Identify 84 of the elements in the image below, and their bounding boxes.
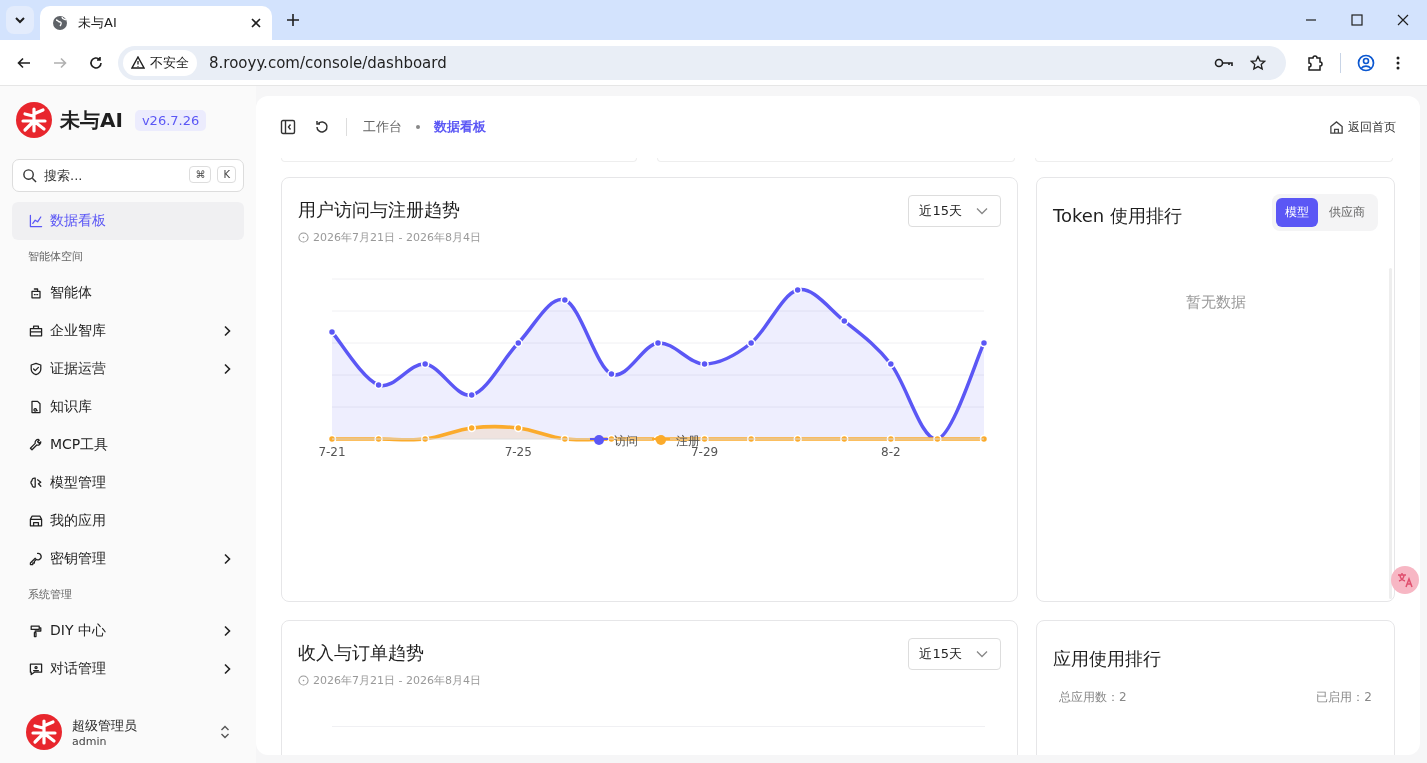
search-icon (22, 168, 37, 183)
menu-item-icon (28, 213, 44, 229)
sidebar-item[interactable]: 模型管理 (12, 464, 244, 502)
menu-item-icon (28, 623, 44, 639)
chevron-right-icon (222, 663, 232, 675)
home-link[interactable]: 返回首页 (1329, 118, 1396, 136)
browser-tab[interactable]: 未与AI (40, 6, 272, 40)
sidebar-item[interactable]: 企业智库 (12, 312, 244, 350)
menu-item-icon (28, 285, 44, 301)
menu-item-icon (28, 399, 44, 415)
menu-item-icon (28, 475, 44, 491)
section-heading: 智能体空间 (27, 249, 84, 265)
menu-item-icon (28, 361, 44, 377)
axis-label: 7-21 (318, 445, 346, 459)
shortcut-key: K (217, 166, 236, 183)
globe-icon (52, 15, 68, 31)
breadcrumb-link[interactable]: 数据看板 (434, 118, 486, 136)
profile-icon[interactable] (1357, 53, 1375, 72)
sidebar-item[interactable]: 证据运营 (12, 350, 244, 388)
new-tab-icon[interactable] (286, 13, 300, 27)
user-login: admin (72, 734, 108, 748)
segment-tab[interactable]: 供应商 (1320, 198, 1374, 227)
date-range: 2026年7月21日 - 2026年8月4日 (298, 230, 481, 245)
user-name: 超级管理员 (72, 716, 138, 735)
chevron-down-icon (14, 14, 26, 26)
menu-item-icon (28, 661, 44, 677)
stat-text: 总应用数：2 (1059, 689, 1127, 706)
sidebar-item[interactable]: MCP工具 (12, 426, 244, 464)
sidebar-item[interactable]: 智能体 (12, 274, 244, 312)
url-text: 8.rooyy.com/console/dashboard (209, 53, 447, 72)
warning-icon (131, 56, 145, 69)
period-select[interactable]: 近15天 (908, 638, 1001, 670)
menu-icon[interactable] (1395, 54, 1401, 71)
reload-icon[interactable] (88, 54, 104, 71)
segment-tab[interactable]: 模型 (1276, 198, 1318, 227)
chevron-right-icon (222, 625, 232, 637)
clock-icon (298, 675, 309, 686)
brand-name: 未与AI (60, 106, 123, 134)
menu-item-icon (28, 323, 44, 339)
menu-item-icon (28, 513, 44, 529)
sidebar-item[interactable]: 密钥管理 (12, 540, 244, 578)
chevron-up-down-icon (220, 724, 230, 740)
sidebar-item[interactable]: 知识库 (12, 388, 244, 426)
close-icon[interactable] (250, 17, 262, 29)
chevron-right-icon (222, 553, 232, 565)
logo-icon (16, 102, 52, 138)
maximize-icon[interactable] (1351, 14, 1363, 26)
chevron-right-icon (222, 325, 232, 337)
sidebar-item[interactable]: DIY 中心 (12, 612, 244, 650)
chevron-right-icon (222, 363, 232, 375)
translate-icon[interactable] (1391, 566, 1419, 594)
period-select[interactable]: 近15天 (908, 195, 1001, 227)
sidebar-toggle-icon[interactable] (280, 119, 296, 135)
stat-text: 已启用：2 (1316, 689, 1372, 706)
version-badge: v26.7.26 (134, 109, 207, 131)
card-title: 用户访问与注册趋势 (298, 198, 461, 222)
card-title: 收入与订单趋势 (298, 641, 425, 665)
chevron-down-icon (976, 650, 988, 658)
home-icon (1329, 119, 1344, 135)
axis-label: 7-25 (504, 445, 532, 459)
security-chip[interactable]: 不安全 (123, 49, 197, 76)
refresh-icon[interactable] (314, 119, 330, 135)
sidebar-item[interactable]: 对话管理 (12, 650, 244, 688)
shortcut-key: ⌘ (189, 166, 212, 183)
menu-item-icon (28, 437, 44, 453)
close-icon[interactable] (1397, 14, 1409, 26)
extensions-icon[interactable] (1306, 53, 1324, 72)
chevron-down-icon (976, 207, 988, 215)
address-field[interactable]: 不安全 8.rooyy.com/console/dashboard (118, 45, 1286, 80)
sidebar-item[interactable]: 我的应用 (12, 502, 244, 540)
empty-state: 暂无数据 (1184, 293, 1247, 312)
avatar-icon (26, 714, 62, 750)
tab-title: 未与AI (78, 14, 118, 32)
axis-label: 8-2 (881, 445, 901, 459)
menu-item-icon (28, 551, 44, 567)
section-heading: 系统管理 (27, 587, 73, 603)
star-icon[interactable] (1250, 54, 1266, 71)
clock-icon (298, 232, 309, 243)
card-title: Token 使用排行 (1053, 204, 1182, 228)
breadcrumb-link[interactable]: 工作台 (363, 118, 402, 136)
sidebar-item[interactable]: 数据看板 (12, 202, 244, 240)
card-title: 应用使用排行 (1053, 647, 1162, 671)
date-range: 2026年7月21日 - 2026年8月4日 (298, 673, 481, 688)
tab-search-button[interactable] (6, 6, 34, 34)
